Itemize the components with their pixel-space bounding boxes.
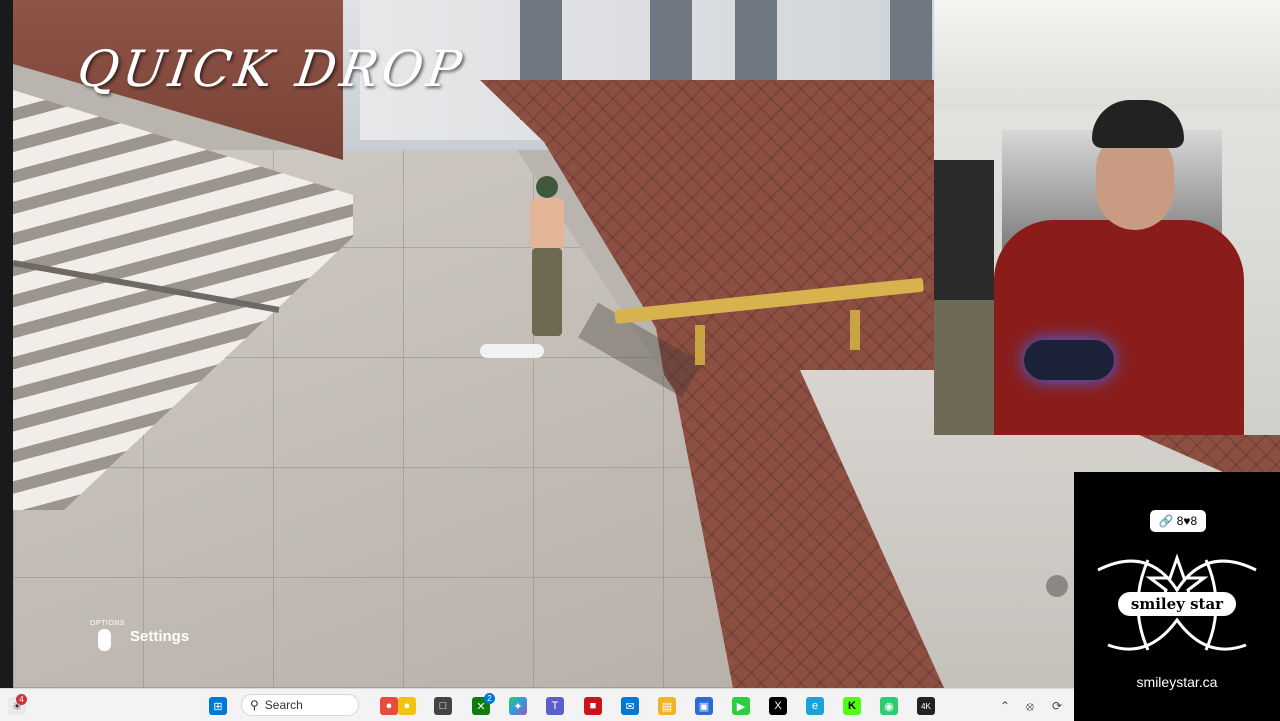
red-app-icon[interactable]: ■: [584, 697, 602, 715]
options-label: OPTIONS: [90, 620, 126, 627]
hanging-clothes: [934, 160, 994, 310]
smiley-star-logo: smiley star: [1097, 553, 1257, 651]
skater-legs: [532, 248, 562, 336]
teams-icon[interactable]: T: [546, 697, 564, 715]
rail-leg: [695, 325, 705, 365]
skater-head: [536, 176, 558, 198]
rail-leg: [850, 310, 860, 350]
streamer-shirt: [994, 220, 1244, 435]
taskbar-search[interactable]: ⚲ Search: [241, 694, 359, 716]
game-controller: [1024, 340, 1114, 380]
logo-chip-text: 8♥8: [1176, 514, 1198, 528]
mic-muted-icon[interactable]: ⦻: [1026, 699, 1034, 714]
ceiling: [934, 0, 1280, 110]
windows-start-icon[interactable]: ⊞: [209, 697, 227, 715]
notification-badge: 4: [16, 694, 27, 705]
trick-title: QUICK DROP: [73, 40, 469, 98]
search-icon: ⚲: [250, 698, 259, 712]
kick-icon[interactable]: K: [843, 697, 861, 715]
touch-control-button[interactable]: [1046, 575, 1068, 597]
store-icon[interactable]: ▣: [695, 697, 713, 715]
link-icon: 🔗: [1158, 514, 1174, 528]
fruit-widget-icon[interactable]: ●: [398, 697, 416, 715]
skateboard: [480, 344, 544, 358]
skater-character: [528, 176, 568, 341]
discord-icon[interactable]: ◉: [880, 697, 898, 715]
edge-icon[interactable]: e: [806, 697, 824, 715]
options-button-icon: OPTIONS: [90, 620, 125, 652]
options-button-shape: [98, 629, 111, 651]
logo-brand-text: smiley star: [1131, 595, 1224, 613]
chevron-up-icon[interactable]: ⌃: [1000, 699, 1010, 713]
game-pass-icon[interactable]: ▶: [732, 697, 750, 715]
settings-prompt[interactable]: OPTIONS Settings: [90, 620, 189, 652]
search-placeholder: Search: [264, 698, 303, 712]
left-border: [0, 0, 13, 688]
webcam-feed: [934, 0, 1280, 435]
4k-app-icon[interactable]: 4K: [917, 697, 935, 715]
skater-torso: [530, 198, 564, 250]
channel-logo-panel: 🔗 8♥8 smiley star smileystar.ca: [1074, 472, 1280, 720]
website-url: smileystar.ca: [1136, 674, 1218, 690]
taskbar: ☀ 4 ⊞ ⚲ Search ● ● □ ✕ 2 ✦ T ■ ✉ ▤ ▣ ▶ X…: [0, 688, 1074, 721]
app-icon[interactable]: □: [434, 697, 452, 715]
fruit-widget-icon[interactable]: ●: [380, 697, 398, 715]
copilot-icon[interactable]: ✦: [509, 697, 527, 715]
mail-icon[interactable]: ✉: [621, 697, 639, 715]
file-explorer-icon[interactable]: ▤: [658, 697, 676, 715]
logo-chip: 🔗 8♥8: [1150, 510, 1206, 532]
settings-label: Settings: [130, 627, 190, 645]
sync-icon[interactable]: ⟳: [1052, 699, 1062, 713]
x-icon[interactable]: X: [769, 697, 787, 715]
xbox-badge: 2: [484, 693, 495, 704]
